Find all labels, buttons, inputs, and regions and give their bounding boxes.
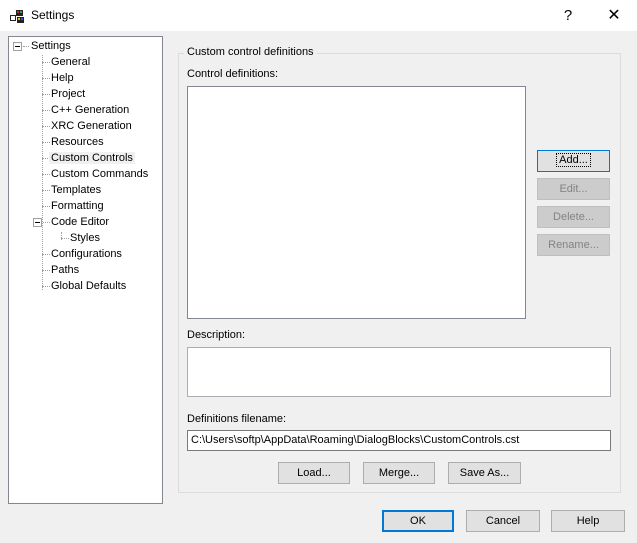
rename-button[interactable]: Rename... xyxy=(537,234,610,256)
help-button[interactable]: Help xyxy=(551,510,625,532)
tree-item-settings[interactable]: Settings xyxy=(31,38,71,54)
tree-item-cpp-generation[interactable]: C++ Generation xyxy=(51,102,129,118)
tree-item-templates[interactable]: Templates xyxy=(51,182,101,198)
tree-connector xyxy=(42,110,50,111)
settings-tree[interactable]: Settings General Help Project C++ Genera… xyxy=(8,36,163,504)
save-as-button[interactable]: Save As... xyxy=(448,462,521,484)
description-field[interactable] xyxy=(187,347,611,397)
title-bar: Settings ? ✕ xyxy=(0,0,637,31)
dialogblocks-app-icon xyxy=(10,10,24,23)
tree-item-global-defaults[interactable]: Global Defaults xyxy=(51,278,126,294)
tree-connector xyxy=(42,270,50,271)
tree-connector xyxy=(42,254,50,255)
tree-item-project[interactable]: Project xyxy=(51,86,85,102)
tree-connector xyxy=(42,225,43,238)
edit-button[interactable]: Edit... xyxy=(537,178,610,200)
tree-connector xyxy=(42,174,50,175)
delete-button[interactable]: Delete... xyxy=(537,206,610,228)
tree-connector xyxy=(42,94,50,95)
ok-button[interactable]: OK xyxy=(382,510,454,532)
tree-connector xyxy=(42,190,50,191)
description-label: Description: xyxy=(187,329,246,341)
tree-connector xyxy=(42,206,50,207)
tree-item-code-editor[interactable]: Code Editor xyxy=(51,214,109,230)
add-button[interactable]: Add... xyxy=(537,150,610,172)
collapse-toggle-icon[interactable] xyxy=(33,218,42,227)
tree-item-configurations[interactable]: Configurations xyxy=(51,246,122,262)
cancel-button[interactable]: Cancel xyxy=(466,510,540,532)
tree-item-general[interactable]: General xyxy=(51,54,90,70)
control-definitions-list[interactable] xyxy=(187,86,526,319)
tree-item-help[interactable]: Help xyxy=(51,70,74,86)
group-title: Custom control definitions xyxy=(184,46,317,58)
tree-item-xrc-generation[interactable]: XRC Generation xyxy=(51,118,132,134)
tree-connector xyxy=(42,126,50,127)
window-title: Settings xyxy=(31,8,75,22)
filename-label: Definitions filename: xyxy=(187,413,287,425)
tree-connector xyxy=(42,142,50,143)
title-help-button[interactable]: ? xyxy=(545,0,591,31)
tree-connector xyxy=(23,46,29,47)
control-definitions-label: Control definitions: xyxy=(187,68,279,80)
tree-connector xyxy=(42,62,50,63)
definitions-filename-input[interactable]: C:\Users\softp\AppData\Roaming\DialogBlo… xyxy=(187,430,611,451)
tree-connector xyxy=(43,222,50,223)
tree-connector xyxy=(42,78,50,79)
tree-connector xyxy=(42,286,50,287)
tree-item-custom-commands[interactable]: Custom Commands xyxy=(51,166,148,182)
title-close-button[interactable]: ✕ xyxy=(591,0,637,31)
load-button[interactable]: Load... xyxy=(278,462,350,484)
tree-connector xyxy=(61,238,69,239)
collapse-toggle-icon[interactable] xyxy=(13,42,22,51)
tree-item-paths[interactable]: Paths xyxy=(51,262,79,278)
tree-item-resources[interactable]: Resources xyxy=(51,134,104,150)
tree-item-formatting[interactable]: Formatting xyxy=(51,198,104,214)
tree-item-custom-controls[interactable]: Custom Controls xyxy=(49,150,135,166)
tree-item-styles[interactable]: Styles xyxy=(70,230,100,246)
merge-button[interactable]: Merge... xyxy=(363,462,435,484)
